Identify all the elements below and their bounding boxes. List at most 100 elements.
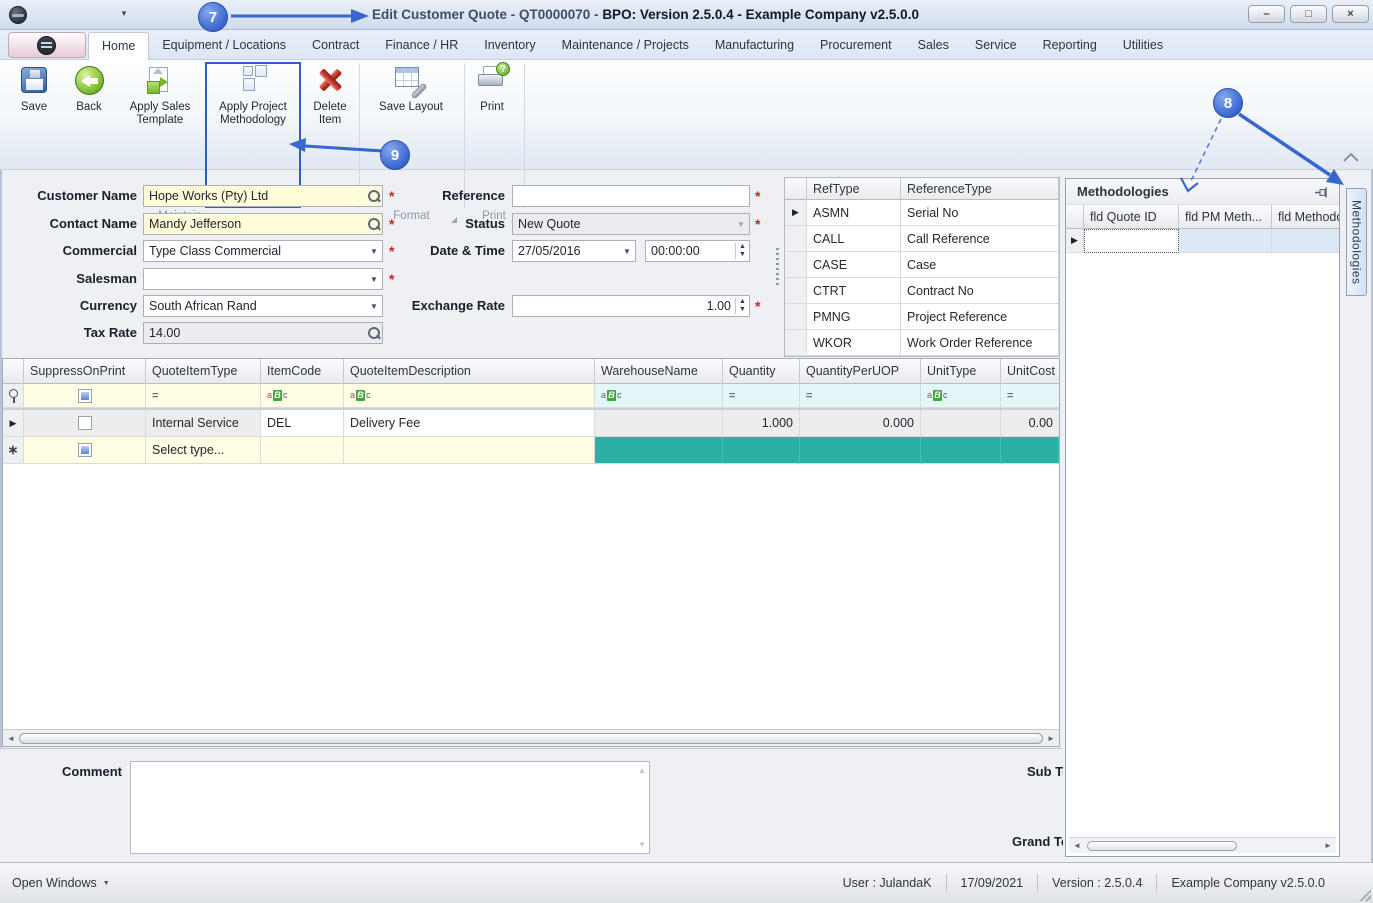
spin-down-icon[interactable]: ▼	[739, 251, 746, 259]
print-button[interactable]: ? Print	[466, 62, 518, 114]
chevron-down-icon[interactable]: ▼	[366, 247, 382, 256]
new-unitcost-cell[interactable]	[1001, 437, 1059, 464]
close-button[interactable]: ×	[1332, 5, 1369, 23]
customer-name-field[interactable]: Hope Works (Pty) Ltd	[143, 185, 383, 207]
contact-name-field[interactable]: Mandy Jefferson	[143, 213, 383, 235]
col-header-warehousename[interactable]: WarehouseName	[595, 359, 723, 384]
tab-service[interactable]: Service	[962, 32, 1030, 60]
tab-maintenance-projects[interactable]: Maintenance / Projects	[549, 32, 702, 60]
date-picker[interactable]: 27/05/2016 ▼	[512, 240, 636, 262]
col-header-unitcost[interactable]: UnitCost	[1001, 359, 1059, 384]
scroll-up-icon[interactable]: ▲	[638, 766, 646, 775]
new-code-cell[interactable]	[261, 437, 344, 464]
scroll-right-icon[interactable]: ►	[1043, 734, 1059, 743]
pin-icon[interactable]	[1314, 185, 1329, 200]
items-grid-hscrollbar[interactable]: ◄ ►	[3, 729, 1059, 746]
comment-textarea[interactable]: ▲ ▼	[130, 761, 650, 854]
meth-col-methodo[interactable]: fld Methodo	[1272, 205, 1339, 229]
table-row[interactable]: CTRT Contract No	[785, 278, 1059, 304]
col-header-quantityperuop[interactable]: QuantityPerUOP	[800, 359, 921, 384]
reference-field[interactable]	[512, 185, 750, 207]
meth-col-quote-id[interactable]: fld Quote ID	[1084, 205, 1179, 229]
tab-finance-hr[interactable]: Finance / HR	[372, 32, 471, 60]
suppress-cell[interactable]	[24, 410, 146, 437]
qtyperuop-cell[interactable]: 0.000	[800, 410, 921, 437]
col-header-quoteitemtype[interactable]: QuoteItemType	[146, 359, 261, 384]
filter-unittype-cell[interactable]: aBc	[921, 384, 1001, 408]
currency-select[interactable]: South African Rand ▼	[143, 295, 383, 317]
ref-cell[interactable]: Contract No	[901, 278, 1059, 304]
item-desc-cell[interactable]: Delivery Fee	[344, 410, 595, 437]
save-layout-button[interactable]: Save Layout	[368, 64, 454, 114]
ref-grid-col-referencetype[interactable]: ReferenceType	[901, 178, 1059, 200]
filter-code-cell[interactable]: aBc	[261, 384, 344, 408]
maximize-button[interactable]: □	[1290, 5, 1327, 23]
table-row[interactable]: PMNG Project Reference	[785, 304, 1059, 330]
col-header-itemcode[interactable]: ItemCode	[261, 359, 344, 384]
unittype-cell[interactable]	[921, 410, 1001, 437]
time-spinner[interactable]: 00:00:00 ▲ ▼	[645, 240, 750, 262]
commercial-select[interactable]: Type Class Commercial ▼	[143, 240, 383, 262]
item-type-cell[interactable]: Internal Service	[146, 410, 261, 437]
delete-item-button[interactable]: Delete Item	[304, 64, 356, 127]
methodologies-panel-header[interactable]: Methodologies	[1066, 179, 1339, 205]
ref-cell[interactable]: CALL	[807, 226, 901, 252]
tax-rate-field[interactable]: 14.00	[143, 322, 383, 344]
tab-procurement[interactable]: Procurement	[807, 32, 905, 60]
methodologies-dock-tab[interactable]: Methodologies	[1346, 188, 1367, 296]
meth-cell-focused[interactable]	[1084, 229, 1179, 253]
filter-qty-cell[interactable]: =	[723, 384, 800, 408]
ref-cell[interactable]: Serial No	[901, 200, 1059, 226]
apply-project-methodology-button[interactable]: Apply Project Methodology	[209, 64, 297, 127]
table-row[interactable]: CALL Call Reference	[785, 226, 1059, 252]
warehouse-cell[interactable]	[595, 410, 723, 437]
tab-reporting[interactable]: Reporting	[1030, 32, 1110, 60]
table-row[interactable]: WKOR Work Order Reference	[785, 330, 1059, 356]
new-qty-cell[interactable]	[723, 437, 800, 464]
tab-utilities[interactable]: Utilities	[1110, 32, 1176, 60]
filter-desc-cell[interactable]: aBc	[344, 384, 595, 408]
new-qtyperuop-cell[interactable]	[800, 437, 921, 464]
tab-manufacturing[interactable]: Manufacturing	[702, 32, 807, 60]
checkbox-filled[interactable]	[77, 388, 92, 403]
ref-cell[interactable]: Project Reference	[901, 304, 1059, 330]
resize-grip[interactable]	[1358, 888, 1371, 901]
app-icon[interactable]	[9, 6, 27, 24]
unitcost-cell[interactable]: 0.00	[1001, 410, 1059, 437]
tab-inventory[interactable]: Inventory	[471, 32, 548, 60]
scroll-left-icon[interactable]: ◄	[1069, 841, 1085, 850]
table-row[interactable]: ▶	[1066, 229, 1339, 253]
table-row[interactable]: ▶ Internal Service DEL Delivery Fee 1.00…	[3, 410, 1059, 437]
search-icon[interactable]	[366, 188, 382, 204]
new-desc-cell[interactable]	[344, 437, 595, 464]
col-header-suppressonprint[interactable]: SuppressOnPrint	[24, 359, 146, 384]
methodologies-hscrollbar[interactable]: ◄ ►	[1069, 837, 1336, 853]
open-windows-dropdown[interactable]: Open Windows ▼	[12, 863, 110, 903]
meth-cell[interactable]	[1179, 229, 1272, 253]
time-spin-buttons[interactable]: ▲ ▼	[735, 243, 749, 259]
tab-home[interactable]: Home	[88, 32, 150, 60]
ref-cell[interactable]: CTRT	[807, 278, 901, 304]
scroll-left-icon[interactable]: ◄	[3, 734, 19, 743]
spin-up-icon[interactable]: ▲	[739, 243, 746, 251]
hscroll-thumb[interactable]	[1087, 840, 1237, 851]
chevron-down-icon[interactable]: ▼	[366, 275, 382, 284]
qty-cell[interactable]: 1.000	[723, 410, 800, 437]
item-code-cell[interactable]: DEL	[261, 410, 344, 437]
tab-equipment-locations[interactable]: Equipment / Locations	[149, 32, 299, 60]
ref-cell[interactable]: CASE	[807, 252, 901, 278]
ref-grid-col-reftype[interactable]: RefType	[807, 178, 901, 200]
new-type-cell[interactable]: Select type...	[146, 437, 261, 464]
save-button[interactable]: Save	[10, 64, 58, 114]
tab-contract[interactable]: Contract	[299, 32, 372, 60]
spin-down-icon[interactable]: ▼	[739, 306, 746, 314]
filter-qtyperuop-cell[interactable]: =	[800, 384, 921, 408]
filter-suppress-cell[interactable]	[24, 384, 146, 408]
ref-cell[interactable]: ASMN	[807, 200, 901, 226]
spin-up-icon[interactable]: ▲	[739, 298, 746, 306]
new-item-row[interactable]: ∗ Select type...	[3, 437, 1059, 464]
new-warehouse-cell[interactable]	[595, 437, 723, 464]
chevron-down-icon[interactable]: ▼	[619, 247, 635, 256]
exchange-rate-spinner[interactable]: 1.00 ▲ ▼	[512, 295, 750, 317]
ref-cell[interactable]: Work Order Reference	[901, 330, 1059, 356]
